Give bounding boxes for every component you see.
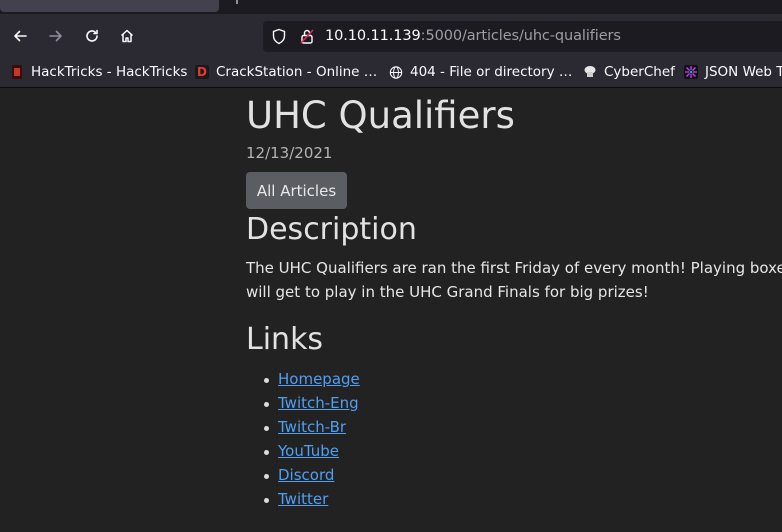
back-arrow-icon xyxy=(14,30,27,42)
insecure-lock-icon xyxy=(300,29,314,44)
list-item: YouTube xyxy=(246,440,360,464)
list-item: Twitch-Eng xyxy=(246,392,360,416)
back-button[interactable] xyxy=(7,23,33,49)
shield-icon xyxy=(272,28,286,45)
url-path: :5000/articles/uhc-qualifiers xyxy=(420,28,621,44)
link-twitch-eng[interactable]: Twitch-Eng xyxy=(278,394,359,412)
forward-button[interactable] xyxy=(43,23,69,49)
link-homepage[interactable]: Homepage xyxy=(278,370,360,388)
bookmark-label: CrackStation - Online … xyxy=(216,64,378,80)
list-item: Twitch-Br xyxy=(246,416,360,440)
bookmark-label: CyberChef xyxy=(604,64,675,80)
all-articles-button[interactable]: All Articles xyxy=(246,172,347,209)
bullet xyxy=(264,378,269,383)
links-list: Homepage Twitch-Eng Twitch-Br YouTube Di… xyxy=(246,368,360,512)
link-twitter[interactable]: Twitter xyxy=(278,490,328,508)
page-viewport: UHC Qualifiers 12/13/2021 All Articles D… xyxy=(0,88,782,532)
address-bar[interactable]: 10.10.11.139:5000/articles/uhc-qualifier… xyxy=(263,21,782,52)
bullet xyxy=(264,426,269,431)
bookmark-jwt[interactable]: JSON Web T xyxy=(684,63,782,81)
links-heading: Links xyxy=(246,322,324,357)
globe-icon xyxy=(389,65,403,79)
description-line: will get to play in the UHC Grand Finals… xyxy=(246,283,649,301)
list-item: Homepage xyxy=(246,368,360,392)
bookmark-crackstation[interactable]: D CrackStation - Online … xyxy=(195,63,377,81)
jwt-icon xyxy=(684,65,698,79)
description-heading: Description xyxy=(246,212,417,247)
reload-icon xyxy=(86,29,98,42)
link-twitch-br[interactable]: Twitch-Br xyxy=(278,418,346,436)
bookmark-hacktricks[interactable]: HackTricks - HackTricks xyxy=(10,63,187,81)
description-line: The UHC Qualifiers are ran the first Fri… xyxy=(246,259,782,277)
bullet xyxy=(264,450,269,455)
home-icon xyxy=(120,29,134,43)
bookmarks-toolbar: HackTricks - HackTricks D CrackStation -… xyxy=(0,58,782,88)
bookmark-label: HackTricks - HackTricks xyxy=(31,64,188,80)
active-tab[interactable] xyxy=(0,0,219,12)
tab-separator xyxy=(236,0,238,4)
bullet xyxy=(264,474,269,479)
navigation-toolbar: 10.10.11.139:5000/articles/uhc-qualifier… xyxy=(0,14,782,58)
article-date: 12/13/2021 xyxy=(246,144,333,162)
bullet xyxy=(264,498,269,503)
bookmark-label: JSON Web T xyxy=(705,64,782,80)
reload-button[interactable] xyxy=(79,23,105,49)
tab-strip xyxy=(0,0,782,14)
list-item: Discord xyxy=(246,464,360,488)
crackstation-icon: D xyxy=(195,65,209,79)
bookmark-404[interactable]: 404 - File or directory … xyxy=(389,63,572,81)
cyberchef-icon xyxy=(583,65,597,79)
description-text: The UHC Qualifiers are ran the first Fri… xyxy=(246,256,782,304)
bookmark-cyberchef[interactable]: CyberChef xyxy=(583,63,675,81)
bookmark-label: 404 - File or directory … xyxy=(410,64,573,80)
url-host: 10.10.11.139 xyxy=(325,28,421,44)
url-text[interactable]: 10.10.11.139:5000/articles/uhc-qualifier… xyxy=(325,28,621,44)
forward-arrow-icon xyxy=(49,30,62,42)
link-discord[interactable]: Discord xyxy=(278,466,334,484)
page-title: UHC Qualifiers xyxy=(246,94,515,137)
home-button[interactable] xyxy=(114,23,140,49)
hacktricks-icon xyxy=(10,65,24,79)
link-youtube[interactable]: YouTube xyxy=(278,442,339,460)
bullet xyxy=(264,402,269,407)
list-item: Twitter xyxy=(246,488,360,512)
